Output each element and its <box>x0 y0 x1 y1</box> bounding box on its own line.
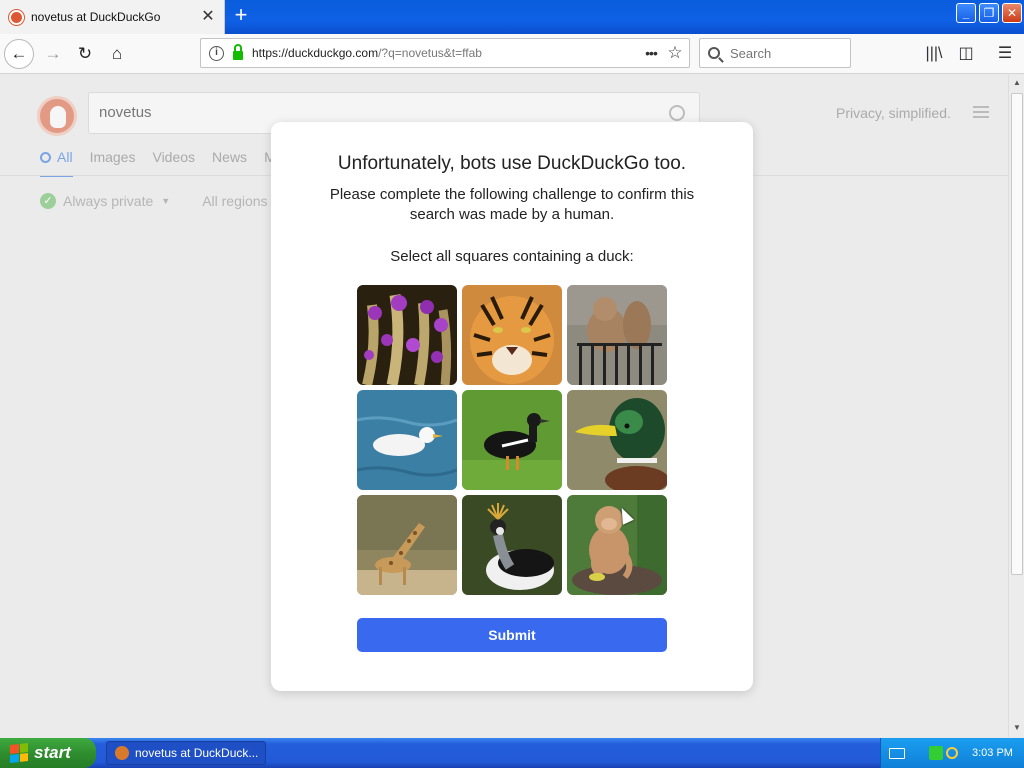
url-path: /?q=novetus&t=ffab <box>378 46 482 60</box>
sidebar-icon[interactable]: ◫ <box>951 39 981 69</box>
duckduckgo-logo-icon[interactable] <box>37 96 77 136</box>
close-window-button[interactable]: ✕ <box>1002 3 1022 23</box>
ddg-vertical-tabs: All Images Videos News M <box>40 149 293 177</box>
duckduckgo-favicon-icon <box>9 9 24 25</box>
tab-videos[interactable]: Videos <box>152 149 195 177</box>
system-tray: 3:03 PM <box>880 738 1024 768</box>
always-private-filter[interactable]: Always private <box>63 193 153 209</box>
lock-icon[interactable] <box>233 43 243 60</box>
window-titlebar: novetus at DuckDuckGo ✕ + _ ❐ ✕ <box>0 0 1024 34</box>
search-filters: ✓ Always private ▼ All regions <box>40 193 268 209</box>
tiger-image <box>462 285 562 385</box>
reload-icon: ↻ <box>77 44 93 63</box>
browser-search-box[interactable] <box>699 38 851 68</box>
home-button[interactable]: ⌂ <box>102 39 132 69</box>
challenge-image-grid <box>357 285 667 595</box>
vertical-scrollbar[interactable]: ▲ ▼ <box>1008 75 1024 737</box>
crowned-crane-image <box>462 495 562 595</box>
bot-challenge-modal: Unfortunately, bots use DuckDuckGo too. … <box>271 122 753 691</box>
tab-title: novetus at DuckDuckGo <box>31 10 161 24</box>
minimize-button[interactable]: _ <box>956 3 976 23</box>
challenge-subheading: Please complete the following challenge … <box>329 186 695 223</box>
submit-button[interactable]: Submit <box>357 618 667 652</box>
ddg-menu-icon[interactable] <box>973 106 989 118</box>
search-icon <box>40 151 51 163</box>
page-content: novetus Privacy, simplified. All Images … <box>0 75 1008 737</box>
squirrel-image <box>567 285 667 385</box>
library-icon[interactable]: |||\ <box>919 39 949 69</box>
address-bar[interactable]: i https://duckduckgo.com/?q=novetus&t=ff… <box>200 38 690 68</box>
tile-purple-flowers[interactable] <box>357 285 457 385</box>
info-icon[interactable]: i <box>209 45 224 61</box>
taskbar-item-label: novetus at DuckDuck... <box>135 746 259 760</box>
search-icon[interactable] <box>669 105 685 121</box>
arrow-left-icon: ← <box>10 44 28 63</box>
privacy-tagline: Privacy, simplified. <box>836 105 951 121</box>
windows-logo-icon <box>10 743 28 763</box>
tab-all[interactable]: All <box>40 149 73 177</box>
plus-icon: + <box>234 2 248 27</box>
browser-search-input[interactable] <box>730 45 840 61</box>
check-icon: ✓ <box>40 193 56 209</box>
scroll-up-icon[interactable]: ▲ <box>1012 78 1022 88</box>
giraffe-image <box>357 495 457 595</box>
tile-black-duck[interactable] <box>462 390 562 490</box>
page-actions-icon[interactable]: ••• <box>641 45 661 61</box>
tile-crowned-crane[interactable] <box>462 495 562 595</box>
tab-news[interactable]: News <box>212 149 247 177</box>
start-button[interactable]: start <box>0 738 96 768</box>
firefox-icon <box>115 746 129 760</box>
tile-mallard-duck[interactable] <box>567 390 667 490</box>
white-duck-image <box>357 390 457 490</box>
start-label: start <box>34 743 71 762</box>
mallard-duck-image <box>567 390 667 490</box>
regions-filter[interactable]: All regions <box>202 193 267 209</box>
tile-tiger[interactable] <box>462 285 562 385</box>
browser-toolbar: ← → ↻ ⌂ i https://duckduckgo.com/?q=nove… <box>0 34 1024 74</box>
tile-giraffe[interactable] <box>357 495 457 595</box>
tab-images[interactable]: Images <box>90 149 136 177</box>
challenge-instruction: Select all squares containing a duck: <box>390 248 634 265</box>
scroll-thumb[interactable] <box>1011 93 1023 575</box>
new-tab-button[interactable]: + <box>229 4 253 28</box>
url-text[interactable]: https://duckduckgo.com/?q=novetus&t=ffab <box>252 46 641 60</box>
url-host: https://duckduckgo.com <box>252 46 379 60</box>
ddg-search-value: novetus <box>99 104 152 121</box>
taskbar-item-browser[interactable]: novetus at DuckDuck... <box>106 741 266 765</box>
scroll-down-icon[interactable]: ▼ <box>1012 723 1022 733</box>
bookmark-star-icon[interactable]: ☆ <box>661 43 689 63</box>
search-icon <box>708 47 720 59</box>
browser-tab[interactable]: novetus at DuckDuckGo ✕ <box>0 0 225 34</box>
menu-icon[interactable]: ☰ <box>990 39 1020 69</box>
black-duck-image <box>462 390 562 490</box>
flower-image <box>357 285 457 385</box>
arrow-right-icon: → <box>44 44 62 63</box>
magnifier-icon[interactable] <box>946 747 958 759</box>
network-icon[interactable] <box>929 746 943 760</box>
maximize-button[interactable]: ❐ <box>979 3 999 23</box>
windows-taskbar: start novetus at DuckDuck... 3:03 PM <box>0 738 1024 768</box>
home-icon: ⌂ <box>111 44 123 63</box>
tile-white-duck[interactable] <box>357 390 457 490</box>
back-button[interactable]: ← <box>4 39 34 69</box>
reload-button[interactable]: ↻ <box>70 39 100 69</box>
tab-close-icon[interactable]: ✕ <box>198 9 218 25</box>
forward-button[interactable]: → <box>38 39 68 69</box>
caret-down-icon[interactable]: ▼ <box>161 196 170 206</box>
tile-squirrel[interactable] <box>567 285 667 385</box>
clock[interactable]: 3:03 PM <box>972 747 1013 759</box>
keyboard-icon[interactable] <box>889 747 905 759</box>
challenge-heading: Unfortunately, bots use DuckDuckGo too. <box>337 153 687 174</box>
